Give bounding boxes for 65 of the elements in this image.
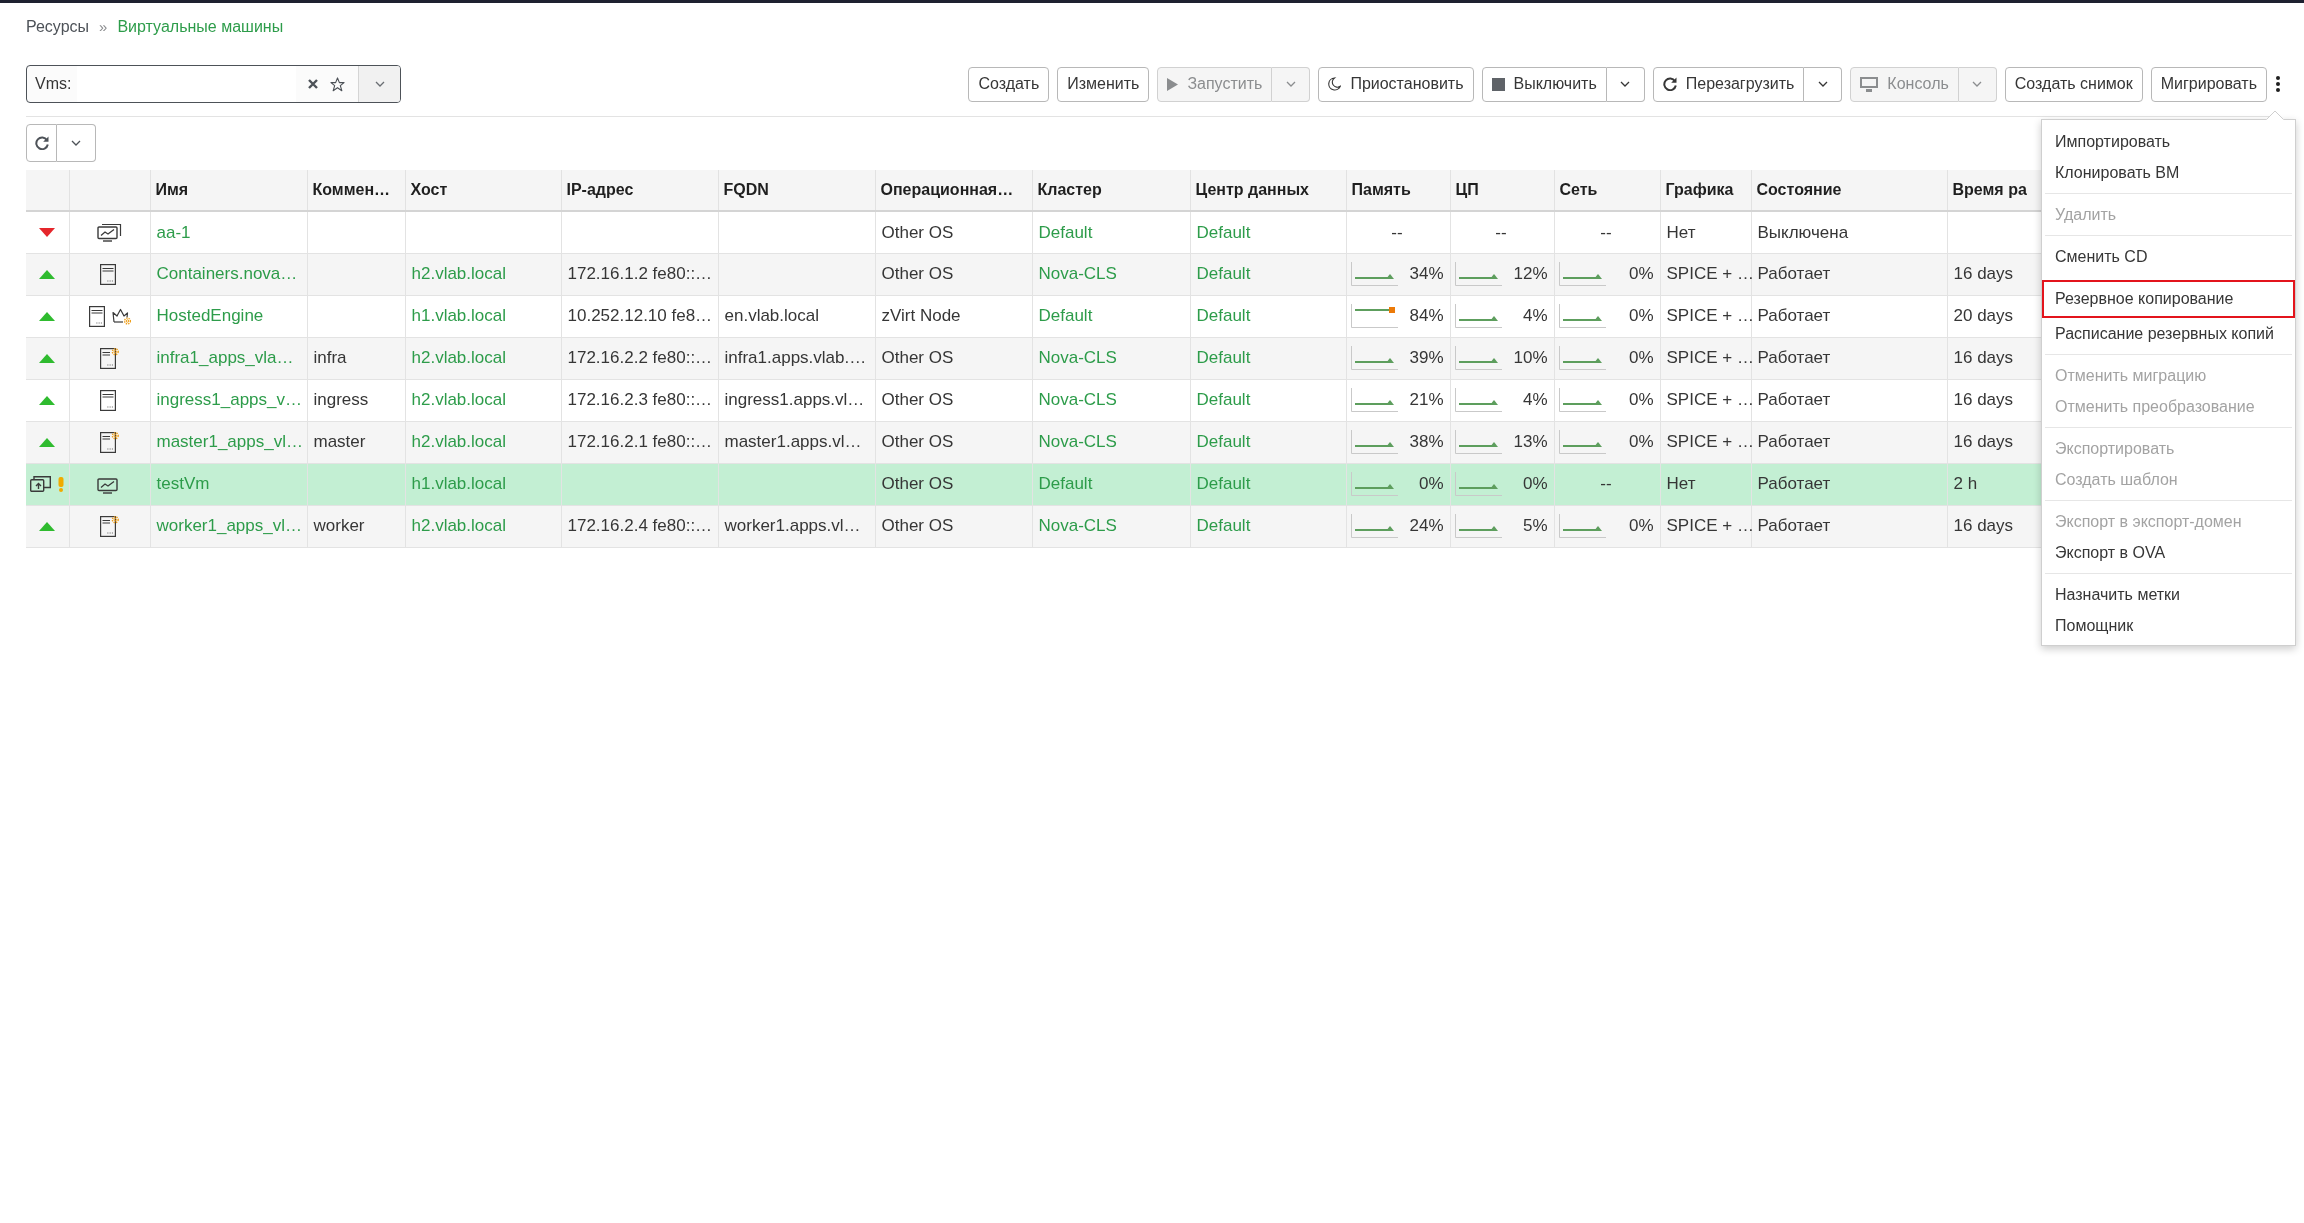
table-cell: 172.16.2.1 fe80::…	[561, 421, 718, 463]
table-cell: Нет	[1660, 211, 1751, 253]
usage-percent: 0%	[1418, 473, 1444, 496]
table-cell: Работает	[1751, 295, 1947, 337]
table-cell: Работает	[1751, 505, 1947, 547]
table-cell: en.vlab.local	[718, 295, 875, 337]
usage-percent: 13%	[1513, 431, 1548, 454]
table-cell: SPICE + …	[1660, 253, 1751, 295]
table-cell: 172.16.1.2 fe80::…	[561, 253, 718, 295]
usage-percent: 21%	[1409, 389, 1444, 412]
table-cell: Other OS	[875, 211, 1032, 253]
usage-percent: 4%	[1522, 389, 1548, 412]
table-cell: Работает	[1751, 253, 1947, 295]
usage-percent: 10%	[1513, 347, 1548, 370]
table-cell: 172.16.2.3 fe80::…	[561, 379, 718, 421]
usage-percent: 12%	[1513, 263, 1548, 286]
table-cell: Работает	[1751, 337, 1947, 379]
table-cell: Other OS	[875, 337, 1032, 379]
table-cell: master1.apps.vl…	[718, 421, 875, 463]
table-cell: SPICE + …	[1660, 421, 1751, 463]
usage-percent: --	[1495, 221, 1507, 244]
breadcrumb-separator: »	[99, 17, 108, 37]
usage-percent: 0%	[1628, 431, 1654, 454]
usage-percent: 84%	[1409, 305, 1444, 328]
table-cell: Работает	[1751, 421, 1947, 463]
table-cell: Other OS	[875, 505, 1032, 547]
table-cell: master	[307, 421, 405, 463]
usage-percent: --	[1600, 473, 1612, 496]
usage-percent: 0%	[1522, 473, 1548, 496]
usage-percent: 0%	[1628, 305, 1654, 328]
usage-percent: 39%	[1409, 347, 1444, 370]
usage-percent: 5%	[1522, 515, 1548, 538]
usage-percent: 0%	[1628, 263, 1654, 286]
usage-percent: 38%	[1409, 431, 1444, 454]
table-cell: SPICE + …	[1660, 379, 1751, 421]
table-cell: 10.252.12.10 fe8…	[561, 295, 718, 337]
table-cell: worker1.apps.vl…	[718, 505, 875, 547]
usage-percent: 24%	[1409, 515, 1444, 538]
table-cell: Нет	[1660, 463, 1751, 505]
search-prefix: Vms:	[34, 74, 73, 94]
table-cell: Other OS	[875, 253, 1032, 295]
table-cell: Выключена	[1751, 211, 1947, 253]
table-cell: zVirt Node	[875, 295, 1032, 337]
usage-percent: --	[1391, 221, 1403, 244]
table-cell: Other OS	[875, 463, 1032, 505]
table-cell: ingress1.apps.vl…	[718, 379, 875, 421]
table-cell: 172.16.2.4 fe80::…	[561, 505, 718, 547]
table-cell: Other OS	[875, 379, 1032, 421]
table-cell: ingress	[307, 379, 405, 421]
usage-percent: 4%	[1522, 305, 1548, 328]
table-cell: Работает	[1751, 463, 1947, 505]
table-cell: SPICE + …	[1660, 295, 1751, 337]
table-cell: Работает	[1751, 379, 1947, 421]
usage-percent: 0%	[1628, 389, 1654, 412]
usage-percent: 0%	[1628, 515, 1654, 538]
table-cell: SPICE + …	[1660, 337, 1751, 379]
usage-percent: 34%	[1409, 263, 1444, 286]
table-cell: infra1.apps.vlab.…	[718, 337, 875, 379]
table-cell: SPICE + …	[1660, 505, 1751, 547]
table-cell: worker	[307, 505, 405, 547]
usage-percent: 0%	[1628, 347, 1654, 370]
table-cell: Other OS	[875, 421, 1032, 463]
usage-percent: --	[1600, 221, 1612, 244]
table-cell: 172.16.2.2 fe80::…	[561, 337, 718, 379]
table-cell: infra	[307, 337, 405, 379]
